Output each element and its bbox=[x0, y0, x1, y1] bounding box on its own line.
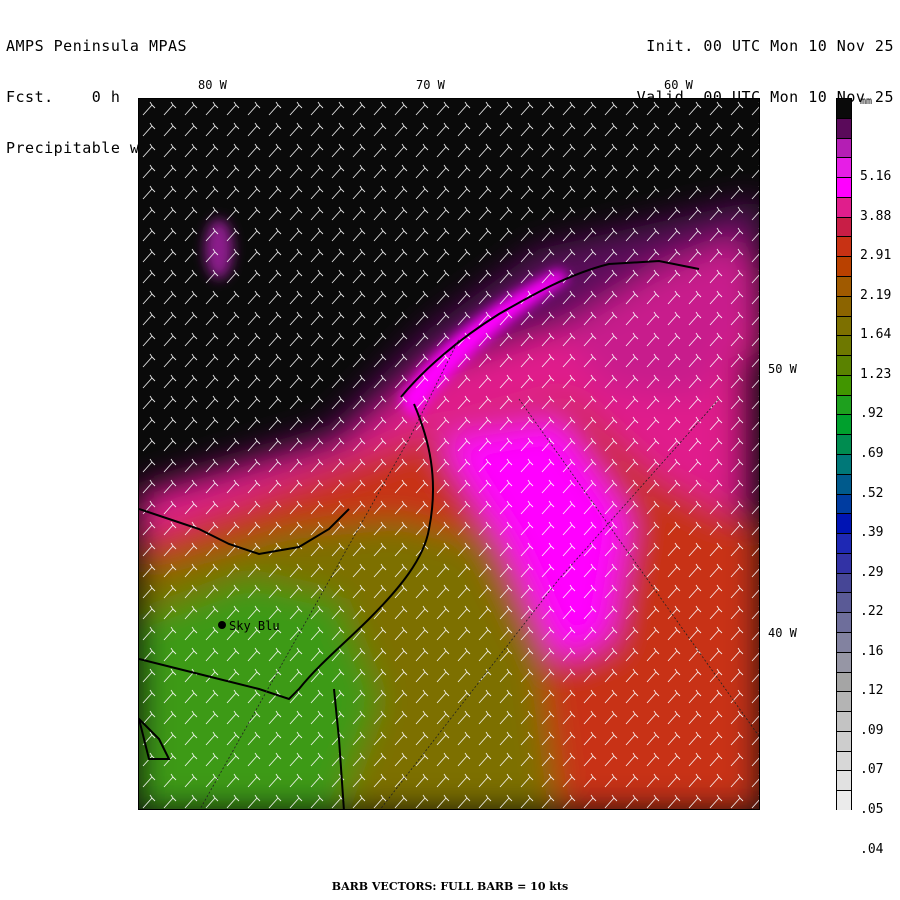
colorbar-segment bbox=[836, 335, 852, 356]
colorbar-segment bbox=[836, 295, 852, 316]
colorbar-segment bbox=[836, 434, 852, 454]
colorbar-segment bbox=[836, 414, 852, 435]
colorbar-tick-label: 2.19 bbox=[860, 287, 892, 303]
colorbar-segment bbox=[836, 216, 852, 237]
colorbar-segment bbox=[836, 513, 852, 534]
lon-label-80w: 80 W bbox=[198, 78, 227, 92]
colorbar-tick-label: 1.23 bbox=[860, 366, 892, 382]
colorbar-segment bbox=[836, 711, 852, 731]
colorbar-tick-label: .09 bbox=[860, 722, 884, 738]
colorbar-segment bbox=[836, 493, 852, 514]
colorbar-segment bbox=[836, 552, 852, 573]
colorbar-segment bbox=[836, 671, 852, 692]
colorbar-tick-label: .29 bbox=[860, 564, 884, 580]
colorbar-unit: mm bbox=[860, 96, 873, 107]
colorbar-tick-label: .52 bbox=[860, 485, 884, 501]
colorbar-tick-label: .05 bbox=[860, 802, 884, 817]
colorbar-tick-label: 3.88 bbox=[860, 208, 892, 224]
wind-barbs bbox=[139, 99, 759, 809]
colorbar-segment bbox=[836, 592, 852, 613]
colorbar-segment bbox=[836, 98, 852, 118]
colorbar-segment bbox=[836, 473, 852, 494]
colorbar-tick-label: .69 bbox=[860, 446, 884, 461]
lon-label-70w: 70 W bbox=[416, 78, 445, 92]
map-canvas: Sky Blu bbox=[139, 99, 759, 809]
lon-label-60w: 60 W bbox=[664, 78, 693, 92]
colorbar-tick-label: 5.16 bbox=[860, 169, 892, 185]
colorbar-tick-label: 1.64 bbox=[860, 327, 892, 343]
colorbar-tick-label: .92 bbox=[860, 406, 884, 422]
init-time: Init. 00 UTC Mon 10 Nov 25 bbox=[646, 37, 894, 55]
station-dot bbox=[218, 621, 226, 629]
colorbar-segment bbox=[836, 394, 852, 415]
colorbar-segment bbox=[836, 355, 852, 375]
colorbar-segment bbox=[836, 196, 852, 217]
colorbar-tick-label: .16 bbox=[860, 643, 884, 659]
colorbar-segment bbox=[836, 276, 852, 296]
colorbar-segment bbox=[836, 770, 852, 791]
colorbar bbox=[836, 98, 852, 810]
colorbar-segment bbox=[836, 533, 852, 553]
model-title: AMPS Peninsula MPAS bbox=[6, 37, 188, 55]
colorbar-segment bbox=[836, 790, 852, 810]
colorbar-segment bbox=[836, 750, 852, 771]
colorbar-segment bbox=[836, 632, 852, 652]
colorbar-segment bbox=[836, 137, 852, 158]
colorbar-segment bbox=[836, 315, 852, 336]
colorbar-tick-label: 2.91 bbox=[860, 248, 892, 264]
colorbar-segment bbox=[836, 236, 852, 257]
colorbar-tick-label: .22 bbox=[860, 604, 884, 620]
colorbar-segment bbox=[836, 157, 852, 178]
lon-label-40w: 40 W bbox=[768, 626, 797, 640]
colorbar-segment bbox=[836, 612, 852, 632]
colorbar-tick-label: .04 bbox=[860, 841, 884, 857]
colorbar-tick-label: .12 bbox=[860, 683, 884, 699]
colorbar-segment bbox=[836, 572, 852, 593]
pwv-map: Sky Blu bbox=[138, 98, 760, 810]
lon-label-50w: 50 W bbox=[768, 362, 797, 376]
colorbar-segment bbox=[836, 374, 852, 395]
colorbar-segment bbox=[836, 256, 852, 276]
colorbar-segment bbox=[836, 177, 852, 197]
colorbar-segment bbox=[836, 730, 852, 751]
colorbar-segment bbox=[836, 117, 852, 138]
colorbar-segment bbox=[836, 454, 852, 474]
station-label: Sky Blu bbox=[229, 619, 280, 633]
colorbar-tick-label: .39 bbox=[860, 525, 884, 541]
colorbar-segment bbox=[836, 651, 852, 672]
colorbar-segment bbox=[836, 691, 852, 712]
barb-legend: BARB VECTORS: FULL BARB = 10 kts bbox=[331, 880, 569, 893]
colorbar-tick-label: .07 bbox=[860, 762, 884, 778]
